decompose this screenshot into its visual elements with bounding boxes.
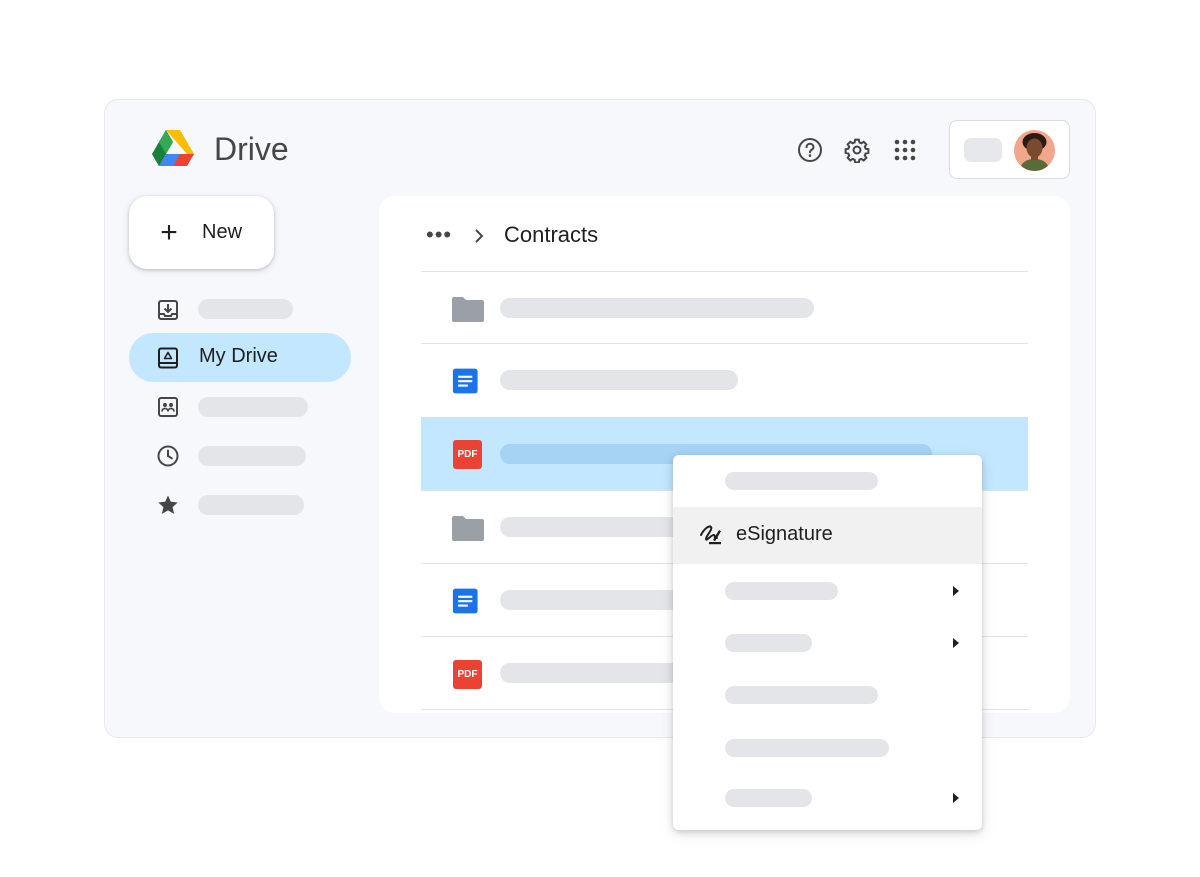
menu-item-placeholder [725, 739, 889, 757]
signature-icon [700, 525, 721, 545]
pdf-icon: PDF [453, 660, 482, 689]
account-switcher[interactable] [949, 120, 1070, 179]
menu-item-placeholder [725, 472, 878, 490]
file-name-placeholder [500, 663, 700, 683]
triangle-right-icon [953, 638, 959, 648]
file-name-placeholder [500, 298, 814, 318]
clock-icon [157, 445, 179, 467]
triangle-right-icon [953, 793, 959, 803]
folder-icon [452, 516, 484, 541]
sidebar-item-label: My Drive [199, 345, 278, 367]
new-button[interactable]: + New [129, 196, 274, 269]
breadcrumb-more-button[interactable]: ••• [426, 224, 452, 246]
help-icon[interactable] [796, 136, 824, 164]
file-row[interactable] [421, 343, 1028, 416]
sidebar-item-placeholder [198, 299, 293, 319]
plus-icon: + [160, 215, 178, 249]
menu-item-placeholder [725, 686, 878, 704]
sidebar-item-starred[interactable] [129, 480, 351, 529]
chevron-right-icon [475, 229, 484, 243]
file-row[interactable] [421, 271, 1028, 344]
context-menu: eSignature [673, 455, 982, 830]
app-title: Drive [214, 131, 289, 167]
sidebar-item-placeholder [198, 397, 308, 417]
drive-logo-icon [152, 130, 194, 166]
file-name-placeholder [500, 517, 700, 537]
menu-item-placeholder [725, 789, 812, 807]
menu-item-submenu[interactable] [673, 616, 982, 668]
download-tray-icon [158, 300, 178, 320]
sidebar-item-downloads[interactable] [129, 285, 351, 334]
sidebar-item-placeholder [198, 446, 306, 466]
triangle-right-icon [953, 586, 959, 596]
settings-gear-icon[interactable] [843, 136, 871, 164]
sidebar-item-my-drive[interactable]: My Drive [129, 333, 351, 382]
menu-item-esignature[interactable]: eSignature [673, 507, 982, 564]
menu-item-submenu[interactable] [673, 564, 982, 616]
account-name-placeholder [964, 138, 1002, 162]
menu-item[interactable] [673, 455, 982, 507]
folder-icon [452, 297, 484, 322]
pdf-icon: PDF [453, 440, 482, 469]
drive-icon [158, 347, 178, 369]
breadcrumb-current: Contracts [504, 222, 599, 247]
menu-item-placeholder [725, 582, 838, 600]
docs-icon [452, 368, 478, 394]
menu-item-label: eSignature [736, 523, 833, 545]
menu-item-placeholder [725, 634, 812, 652]
sidebar-item-placeholder [198, 495, 304, 515]
shared-contacts-icon [158, 397, 178, 417]
menu-item-submenu[interactable] [673, 772, 982, 824]
new-button-label: New [202, 221, 243, 243]
avatar[interactable] [1014, 130, 1055, 171]
sidebar-item-shared[interactable] [129, 382, 351, 431]
menu-item[interactable] [673, 668, 982, 720]
file-name-placeholder [500, 590, 700, 610]
star-icon [158, 495, 178, 514]
apps-grid-icon[interactable] [891, 136, 919, 164]
file-name-placeholder [500, 370, 738, 390]
menu-item[interactable] [673, 721, 982, 773]
sidebar-item-recent[interactable] [129, 431, 351, 480]
docs-icon [452, 588, 478, 614]
